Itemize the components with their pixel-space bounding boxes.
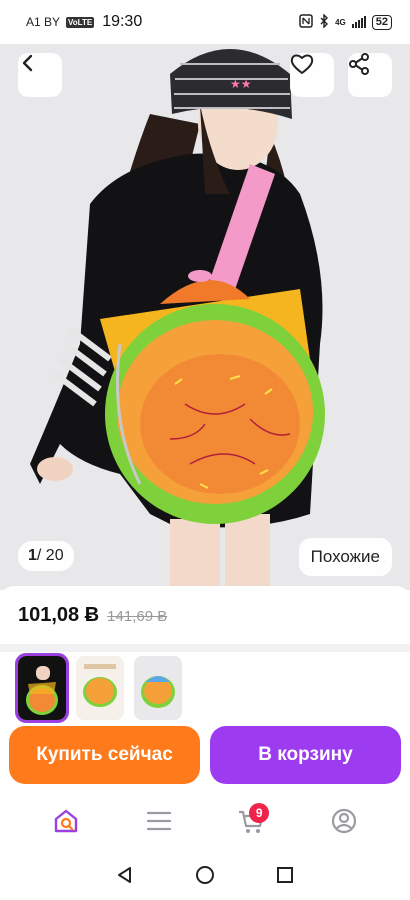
favorite-button[interactable] <box>290 53 334 97</box>
thumbnail-2[interactable] <box>76 656 124 720</box>
current-price: 101,08 Ƀ <box>18 604 100 626</box>
volte-badge: VoLTE <box>66 16 95 28</box>
nfc-icon <box>299 13 313 31</box>
back-button[interactable] <box>18 53 62 97</box>
system-home-icon[interactable] <box>195 865 215 890</box>
image-counter-current: 1 <box>28 547 37 564</box>
svg-text:★★: ★★ <box>230 77 252 91</box>
share-button[interactable] <box>348 53 392 97</box>
nav-profile[interactable] <box>324 803 364 843</box>
nav-cart[interactable]: 9 <box>231 803 271 843</box>
carrier-label: A1 BY <box>26 15 61 29</box>
nav-catalog[interactable] <box>139 803 179 843</box>
purchase-actions: Купить сейчас В корзину <box>0 726 410 788</box>
variant-thumbnails <box>0 652 410 732</box>
similar-button[interactable]: Похожие <box>298 538 392 576</box>
nav-home[interactable] <box>46 803 86 843</box>
image-counter: 1/ 20 <box>18 541 74 571</box>
image-counter-total: / 20 <box>36 547 64 564</box>
profile-icon <box>330 807 358 840</box>
menu-icon <box>146 810 172 837</box>
price-section: 101,08 Ƀ 141,69 Ƀ <box>0 586 410 644</box>
bluetooth-icon <box>319 12 329 31</box>
add-to-cart-button[interactable]: В корзину <box>210 726 401 784</box>
status-bar: A1 BY VoLTE 19:30 4G 52 <box>0 0 410 44</box>
clock: 19:30 <box>102 13 143 30</box>
signal-icon <box>351 16 366 28</box>
system-recents-icon[interactable] <box>275 865 295 890</box>
product-image-gallery[interactable]: ★★ 1/ 20 Похожие <box>0 44 410 590</box>
network-label: 4G <box>335 17 346 27</box>
thumbnail-3[interactable] <box>134 656 182 720</box>
cart-count-badge: 9 <box>249 803 270 823</box>
old-price: 141,69 Ƀ <box>107 608 168 625</box>
battery-indicator: 52 <box>371 14 392 30</box>
system-navigation <box>0 854 410 900</box>
thumbnail-1[interactable] <box>15 653 69 723</box>
divider <box>0 644 410 652</box>
buy-now-button[interactable]: Купить сейчас <box>9 726 200 784</box>
system-back-icon[interactable] <box>115 865 135 890</box>
home-search-icon <box>52 807 80 840</box>
product-photo: ★★ <box>0 44 410 590</box>
bottom-navigation: 9 <box>0 792 410 854</box>
